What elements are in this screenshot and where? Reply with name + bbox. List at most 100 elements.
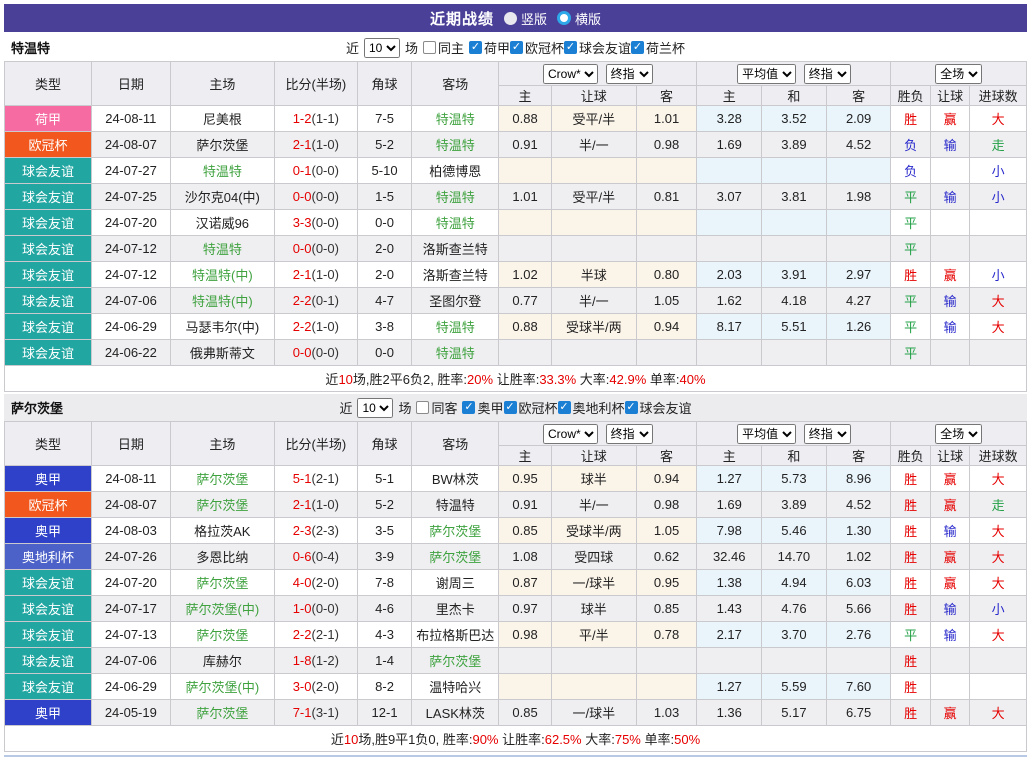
average-time-select[interactable]: 终指 bbox=[804, 64, 851, 84]
handicap-cell: 半/一 bbox=[551, 492, 636, 518]
home-odds-cell: 0.97 bbox=[499, 596, 552, 622]
same-away-label[interactable]: 同客 bbox=[431, 398, 457, 417]
page-title: 近期战绩 bbox=[430, 8, 494, 29]
league-filter-label[interactable]: 欧冠杯 bbox=[519, 398, 558, 417]
radio-unselected-icon[interactable] bbox=[504, 12, 517, 25]
average-select[interactable]: 平均值 bbox=[737, 424, 796, 444]
goals-result-cell: 大 bbox=[970, 518, 1027, 544]
league-filter-label[interactable]: 荷甲 bbox=[484, 38, 510, 57]
away-odds-cell: 1.05 bbox=[636, 518, 697, 544]
handicap-result-cell: 赢 bbox=[930, 466, 969, 492]
corner-cell: 5-10 bbox=[357, 158, 412, 184]
corner-cell: 8-2 bbox=[357, 674, 412, 700]
league-filter-欧冠杯[interactable]: ✓欧冠杯 bbox=[510, 38, 564, 57]
halftime-score: (0-0) bbox=[311, 601, 338, 616]
layout-radio-vertical[interactable]: 竖版 bbox=[504, 9, 547, 28]
average-time-select[interactable]: 终指 bbox=[804, 424, 851, 444]
radio-selected-icon[interactable] bbox=[557, 11, 571, 25]
league-filter-奥甲[interactable]: ✓奥甲 bbox=[462, 398, 503, 417]
league-filter-荷甲[interactable]: ✓荷甲 bbox=[469, 38, 510, 57]
date-cell: 24-05-19 bbox=[91, 700, 170, 726]
winloss-result-cell: 平 bbox=[891, 622, 930, 648]
same-home-label[interactable]: 同主 bbox=[438, 38, 464, 57]
league-filter-欧冠杯[interactable]: ✓欧冠杯 bbox=[504, 398, 558, 417]
handicap-cell: 受球半/两 bbox=[551, 518, 636, 544]
full-match-select[interactable]: 全场 bbox=[935, 424, 982, 444]
radio-horizontal-label[interactable]: 横版 bbox=[575, 9, 601, 28]
away-odds-cell: 1.01 bbox=[636, 106, 697, 132]
same-away-filter[interactable]: 同客 bbox=[416, 398, 457, 417]
title-bar: 近期战绩 竖版 横版 bbox=[4, 4, 1027, 32]
home-team-cell: 库赫尔 bbox=[170, 648, 274, 674]
winloss-result-cell: 胜 bbox=[891, 466, 930, 492]
fulltime-score: 3-3 bbox=[293, 215, 312, 230]
match-row: 球会友谊24-06-29萨尔茨堡(中)3-0(2-0)8-2温特哈兴1.275.… bbox=[5, 674, 1027, 700]
bookmaker-select[interactable]: Crow* bbox=[543, 64, 598, 84]
checkbox-checked-icon[interactable]: ✓ bbox=[504, 401, 517, 414]
odds-time-select[interactable]: 终指 bbox=[606, 64, 653, 84]
home-odds-cell: 1.02 bbox=[499, 262, 552, 288]
goals-result-cell: 大 bbox=[970, 622, 1027, 648]
halftime-score: (0-0) bbox=[311, 215, 338, 230]
checkbox-checked-icon[interactable]: ✓ bbox=[469, 41, 482, 54]
league-filter-label[interactable]: 球会友谊 bbox=[640, 398, 692, 417]
away-team-cell: 特温特 bbox=[412, 184, 499, 210]
layout-radio-horizontal[interactable]: 横版 bbox=[557, 9, 601, 28]
away-odds-cell: 0.78 bbox=[636, 622, 697, 648]
avg-home-cell: 1.38 bbox=[697, 570, 762, 596]
avg-home-cell bbox=[697, 648, 762, 674]
away-team-cell: 特温特 bbox=[412, 106, 499, 132]
league-filter-球会友谊[interactable]: ✓球会友谊 bbox=[625, 398, 692, 417]
checkbox-checked-icon[interactable]: ✓ bbox=[631, 41, 644, 54]
league-filter-球会友谊[interactable]: ✓球会友谊 bbox=[564, 38, 631, 57]
checkbox-checked-icon[interactable]: ✓ bbox=[510, 41, 523, 54]
checkbox-checked-icon[interactable]: ✓ bbox=[564, 41, 577, 54]
league-type-cell: 球会友谊 bbox=[5, 340, 92, 366]
handicap-result-cell bbox=[930, 674, 969, 700]
halftime-score: (1-0) bbox=[311, 137, 338, 152]
league-filter-奥地利杯[interactable]: ✓奥地利杯 bbox=[558, 398, 625, 417]
summary-stat-label: 大率: bbox=[576, 372, 609, 387]
col-header-date: 日期 bbox=[91, 62, 170, 106]
handicap-cell bbox=[551, 158, 636, 184]
league-filter-荷兰杯[interactable]: ✓荷兰杯 bbox=[631, 38, 685, 57]
match-row: 奥甲24-08-11萨尔茨堡5-1(2-1)5-1BW林茨0.95球半0.941… bbox=[5, 466, 1027, 492]
handicap-cell: 平/半 bbox=[551, 622, 636, 648]
radio-vertical-label[interactable]: 竖版 bbox=[521, 9, 547, 28]
same-home-filter[interactable]: 同主 bbox=[423, 38, 464, 57]
checkbox-unchecked-icon[interactable] bbox=[423, 41, 436, 54]
league-filter-label[interactable]: 欧冠杯 bbox=[525, 38, 564, 57]
average-group-header: 平均值 终指 bbox=[697, 422, 891, 446]
league-filter-label[interactable]: 球会友谊 bbox=[579, 38, 631, 57]
summary-stat-value: 90% bbox=[472, 732, 498, 747]
away-team-cell: BW林茨 bbox=[412, 466, 499, 492]
score-cell: 3-0(2-0) bbox=[274, 674, 357, 700]
halftime-score: (2-0) bbox=[311, 575, 338, 590]
league-filter-label[interactable]: 奥甲 bbox=[477, 398, 503, 417]
subcol-avg-home: 主 bbox=[697, 446, 762, 466]
score-cell: 2-2(1-0) bbox=[274, 314, 357, 340]
checkbox-checked-icon[interactable]: ✓ bbox=[625, 401, 638, 414]
score-cell: 5-1(2-1) bbox=[274, 466, 357, 492]
avg-home-cell: 3.07 bbox=[697, 184, 762, 210]
avg-home-cell: 1.69 bbox=[697, 132, 762, 158]
fulltime-score: 7-1 bbox=[293, 705, 312, 720]
bookmaker-select[interactable]: Crow* bbox=[543, 424, 598, 444]
fulltime-score: 2-2 bbox=[293, 319, 312, 334]
average-select[interactable]: 平均值 bbox=[737, 64, 796, 84]
checkbox-unchecked-icon[interactable] bbox=[416, 401, 429, 414]
away-odds-cell: 0.62 bbox=[636, 544, 697, 570]
odds-time-select[interactable]: 终指 bbox=[606, 424, 653, 444]
away-odds-cell: 1.05 bbox=[636, 288, 697, 314]
match-count-select[interactable]: 10 bbox=[364, 38, 400, 58]
home-team-cell: 格拉茨AK bbox=[170, 518, 274, 544]
checkbox-checked-icon[interactable]: ✓ bbox=[558, 401, 571, 414]
odds-group-header: Crow* 终指 bbox=[499, 62, 697, 86]
avg-draw-cell: 3.52 bbox=[762, 106, 827, 132]
match-count-select[interactable]: 10 bbox=[357, 398, 393, 418]
league-filter-label[interactable]: 奥地利杯 bbox=[573, 398, 625, 417]
full-match-select[interactable]: 全场 bbox=[935, 64, 982, 84]
league-filter-label[interactable]: 荷兰杯 bbox=[646, 38, 685, 57]
checkbox-checked-icon[interactable]: ✓ bbox=[462, 401, 475, 414]
fulltime-score: 0-6 bbox=[293, 549, 312, 564]
